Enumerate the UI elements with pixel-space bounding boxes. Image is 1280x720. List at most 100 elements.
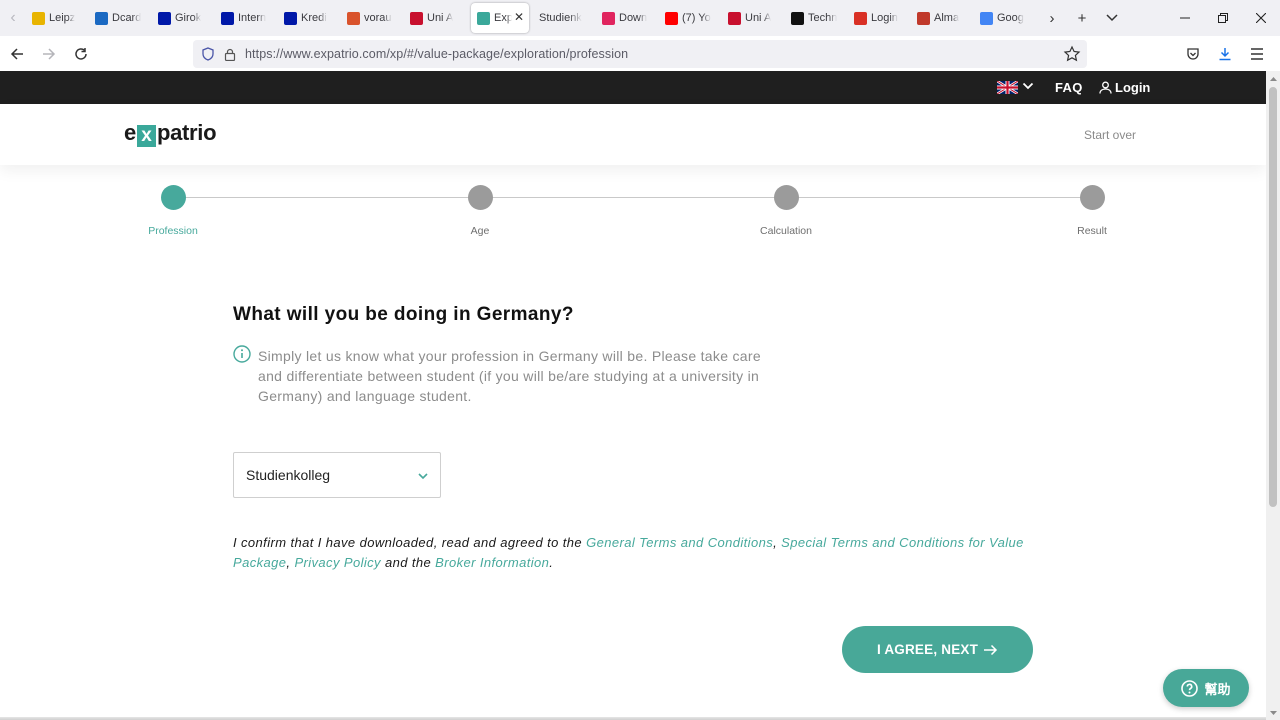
profession-select[interactable]: Studienkolleg	[233, 452, 441, 498]
terms-confirmation-text: I confirm that I have downloaded, read a…	[233, 533, 1033, 573]
heart-favicon-icon	[602, 11, 615, 25]
dcard-favicon-icon	[95, 11, 108, 25]
address-bar[interactable]: https://www.expatrio.com/xp/#/value-pack…	[193, 40, 1087, 68]
browser-tab-label: Uni A	[427, 12, 454, 24]
japan-flag-favicon-icon	[410, 11, 423, 25]
privacy-policy-link[interactable]: Privacy Policy	[294, 555, 381, 570]
leipzig-favicon-icon	[32, 11, 45, 25]
browser-tab-label: Intern	[238, 12, 267, 24]
browser-tab-label: Down	[619, 12, 648, 24]
step-label: Calculation	[760, 225, 812, 237]
step-indicator-dot	[467, 185, 493, 210]
restore-icon[interactable]	[1204, 0, 1242, 36]
browser-tab[interactable]: (7) Yo	[659, 3, 722, 33]
agree-next-button[interactable]: I AGREE, NEXT	[842, 626, 1033, 673]
back-arrow-icon[interactable]	[2, 39, 32, 69]
page-question-heading: What will you be doing in Germany?	[233, 304, 574, 325]
google-favicon-icon	[980, 11, 993, 25]
tab-scroll-right-icon[interactable]: ›	[1037, 0, 1067, 36]
browser-tab[interactable]: Studienk	[533, 3, 596, 33]
forward-arrow-icon[interactable]	[34, 39, 64, 69]
browser-tab[interactable]: vorau	[341, 3, 404, 33]
terms-separator-1: ,	[773, 535, 782, 550]
browser-tab-label: Login	[871, 12, 898, 24]
toolbar-right	[1176, 39, 1272, 69]
bookmark-star-icon[interactable]	[1063, 45, 1081, 63]
logo-text-e: e	[124, 120, 136, 145]
browser-tab[interactable]: Intern	[215, 3, 278, 33]
close-window-icon[interactable]	[1242, 0, 1280, 36]
step-indicator-dot	[160, 185, 186, 210]
close-tab-icon[interactable]: ✕	[514, 10, 524, 24]
step-label: Age	[470, 225, 490, 237]
start-over-link[interactable]: Start over	[1084, 128, 1136, 142]
scrollbar-thumb[interactable]	[1269, 87, 1277, 507]
deutsche-bank-favicon-icon	[221, 11, 234, 25]
tab-scroll-left-icon[interactable]: ‹	[0, 0, 26, 36]
tracking-shield-icon[interactable]	[201, 47, 215, 61]
alma-favicon-icon	[917, 11, 930, 25]
help-button[interactable]: 幫助	[1163, 669, 1249, 707]
general-terms-link[interactable]: General Terms and Conditions	[586, 535, 773, 550]
browser-tab[interactable]: Leipz	[26, 3, 89, 33]
asc-favicon-icon	[791, 11, 804, 25]
language-chevron-down-icon[interactable]	[1022, 80, 1034, 92]
step-indicator-dot	[1079, 185, 1105, 210]
menu-hamburger-icon[interactable]	[1242, 39, 1272, 69]
browser-tab-label: Exp	[494, 12, 512, 24]
browser-tab[interactable]: Down	[596, 3, 659, 33]
gmail-favicon-icon	[854, 11, 867, 25]
pocket-icon[interactable]	[1178, 39, 1208, 69]
deutsche-bank-favicon-icon	[284, 11, 297, 25]
uk-flag-icon[interactable]	[997, 81, 1018, 94]
browser-tab[interactable]: Goog	[974, 3, 1037, 33]
browser-tab[interactable]: Kredi	[278, 3, 341, 33]
tab-list: Leipz Dcard Girok Intern Kredi vorau Uni A Exp ✕…	[26, 3, 1037, 33]
login-link[interactable]: Login	[1099, 80, 1150, 95]
reload-icon[interactable]	[66, 39, 96, 69]
expatrio-logo[interactable]: e x patrio	[124, 120, 217, 147]
scroll-up-arrow-icon[interactable]	[1266, 71, 1280, 85]
agree-next-label: I AGREE, NEXT	[876, 642, 979, 657]
browser-tab-label: Techn	[808, 12, 838, 24]
browser-tab[interactable]: Dcard	[89, 3, 152, 33]
site-header: e x patrio Start over	[0, 104, 1266, 165]
login-label: Login	[1115, 80, 1151, 95]
browser-tab-label: Studienk	[539, 12, 582, 24]
faq-link[interactable]: FAQ	[1055, 80, 1083, 95]
browser-tab-label: Girok	[175, 12, 202, 24]
deutsche-bank-favicon-icon	[158, 11, 171, 25]
stepper-track	[173, 197, 1092, 198]
browser-tab-label: (7) Yo	[682, 12, 711, 24]
step-label: Profession	[148, 225, 198, 237]
browser-tab-label: Goog	[997, 12, 1024, 24]
browser-tab-label: Dcard	[112, 12, 142, 24]
browser-tab[interactable]: Techn	[785, 3, 848, 33]
browser-tab-label: Alma	[934, 12, 960, 24]
browser-tab[interactable]: Login	[848, 3, 911, 33]
scroll-down-arrow-icon[interactable]	[1266, 706, 1280, 720]
browser-tab[interactable]: Girok	[152, 3, 215, 33]
url-text[interactable]: https://www.expatrio.com/xp/#/value-pack…	[245, 47, 628, 61]
browser-tab-label: Leipz	[49, 12, 76, 24]
logo-x-mark: x	[136, 125, 156, 147]
terms-suffix: .	[549, 555, 554, 570]
step-indicator-dot	[773, 185, 799, 210]
lock-icon[interactable]	[224, 48, 236, 61]
japan-flag-favicon-icon	[728, 11, 741, 25]
broker-information-link[interactable]: Broker Information	[435, 555, 549, 570]
browser-tab[interactable]: Exp ✕	[471, 3, 529, 33]
list-all-tabs-icon[interactable]	[1097, 0, 1127, 36]
browser-tab[interactable]: Alma	[911, 3, 974, 33]
browser-tab[interactable]: Uni A	[722, 3, 785, 33]
minimize-icon[interactable]	[1166, 0, 1204, 36]
downloads-icon[interactable]	[1210, 39, 1240, 69]
terms-prefix: I confirm that I have downloaded, read a…	[233, 535, 587, 550]
new-tab-icon[interactable]: +	[1067, 0, 1097, 36]
page-scrollbar[interactable]	[1266, 71, 1280, 720]
chevron-down-icon	[418, 473, 428, 480]
browser-tab-strip: ‹ Leipz Dcard Girok Intern Kredi vorau Uni A Ex…	[0, 0, 1280, 36]
profession-selected-value: Studienkolleg	[246, 467, 331, 483]
calendar-favicon-icon	[347, 11, 360, 25]
browser-tab[interactable]: Uni A	[404, 3, 467, 33]
